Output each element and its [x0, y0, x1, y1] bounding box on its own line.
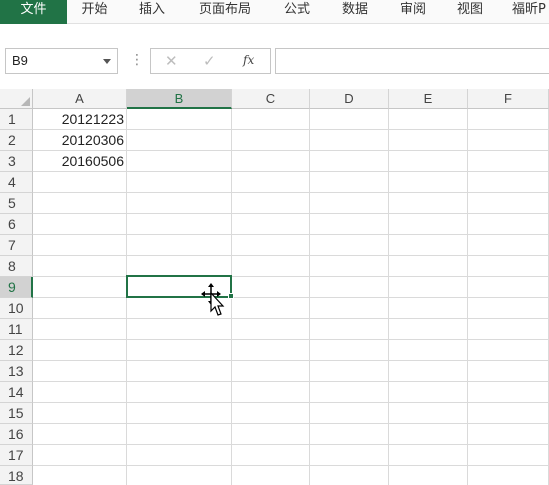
- tab-formulas[interactable]: 公式: [268, 0, 326, 24]
- row-header-6[interactable]: 6: [0, 214, 33, 235]
- gridline-horizontal: [33, 402, 549, 403]
- gridline-horizontal: [33, 213, 549, 214]
- insert-function-icon[interactable]: fx: [243, 53, 254, 67]
- gridline-horizontal: [33, 444, 549, 445]
- gridline-horizontal: [33, 297, 549, 298]
- row-header-15[interactable]: 15: [0, 403, 33, 424]
- column-header-a[interactable]: A: [33, 89, 127, 109]
- row-header-13[interactable]: 13: [0, 361, 33, 382]
- tab-foxit-pdf[interactable]: 福昕P: [508, 0, 549, 24]
- select-all-corner[interactable]: [0, 89, 33, 109]
- column-header-f[interactable]: F: [468, 89, 549, 109]
- cell-grid[interactable]: 20121223 20120306 20160506: [33, 109, 549, 485]
- row-header-3[interactable]: 3: [0, 151, 33, 172]
- row-header-17[interactable]: 17: [0, 445, 33, 466]
- column-header-e[interactable]: E: [389, 89, 468, 109]
- column-header-c[interactable]: C: [232, 89, 310, 109]
- row-header-9[interactable]: 9: [0, 277, 33, 298]
- ribbon-tab-bar: 文件 开始 插入 页面布局 公式 数据 审阅 视图 福昕P: [0, 0, 549, 24]
- tab-page-layout[interactable]: 页面布局: [182, 0, 268, 24]
- mouse-cursor-icon: [201, 283, 225, 316]
- cancel-icon[interactable]: ✕: [165, 52, 178, 70]
- tab-view[interactable]: 视图: [442, 0, 498, 24]
- row-header-11[interactable]: 11: [0, 319, 33, 340]
- gridline-horizontal: [33, 360, 549, 361]
- tab-review[interactable]: 审阅: [384, 0, 442, 24]
- name-box[interactable]: B9: [5, 48, 118, 74]
- column-header-d[interactable]: D: [310, 89, 389, 109]
- formula-input[interactable]: [275, 48, 549, 74]
- row-header-1[interactable]: 1: [0, 109, 33, 130]
- formula-bar-area: B9 ⋮ ✕ ✓ fx: [0, 24, 549, 86]
- chevron-down-icon[interactable]: [103, 59, 111, 64]
- tab-insert[interactable]: 插入: [122, 0, 182, 24]
- row-header-10[interactable]: 10: [0, 298, 33, 319]
- tab-data[interactable]: 数据: [326, 0, 384, 24]
- row-header-8[interactable]: 8: [0, 256, 33, 277]
- more-options-icon[interactable]: ⋮: [130, 52, 144, 68]
- gridline-horizontal: [33, 171, 549, 172]
- cell-a3[interactable]: 20160506: [33, 151, 126, 171]
- row-header-16[interactable]: 16: [0, 424, 33, 445]
- row-header-7[interactable]: 7: [0, 235, 33, 256]
- select-all-triangle-icon: [21, 97, 30, 106]
- gridline-horizontal: [33, 339, 549, 340]
- tab-home[interactable]: 开始: [67, 0, 122, 24]
- tab-file[interactable]: 文件: [0, 0, 67, 24]
- column-header-b[interactable]: B: [127, 89, 232, 109]
- enter-icon[interactable]: ✓: [203, 52, 216, 70]
- gridline-horizontal: [33, 423, 549, 424]
- row-header-4[interactable]: 4: [0, 172, 33, 193]
- formula-buttons: ✕ ✓ fx: [150, 48, 271, 74]
- gridline-horizontal: [33, 276, 549, 277]
- row-header-5[interactable]: 5: [0, 193, 33, 214]
- gridline-horizontal: [33, 381, 549, 382]
- name-box-value: B9: [12, 53, 28, 68]
- gridline-horizontal: [33, 465, 549, 466]
- gridline-horizontal: [33, 234, 549, 235]
- row-header-14[interactable]: 14: [0, 382, 33, 403]
- cell-a2[interactable]: 20120306: [33, 130, 126, 150]
- row-header-12[interactable]: 12: [0, 340, 33, 361]
- gridline-horizontal: [33, 255, 549, 256]
- cell-a1[interactable]: 20121223: [33, 109, 126, 129]
- gridline-horizontal: [33, 318, 549, 319]
- row-header-18[interactable]: 18: [0, 466, 33, 485]
- row-header-2[interactable]: 2: [0, 130, 33, 151]
- gridline-horizontal: [33, 192, 549, 193]
